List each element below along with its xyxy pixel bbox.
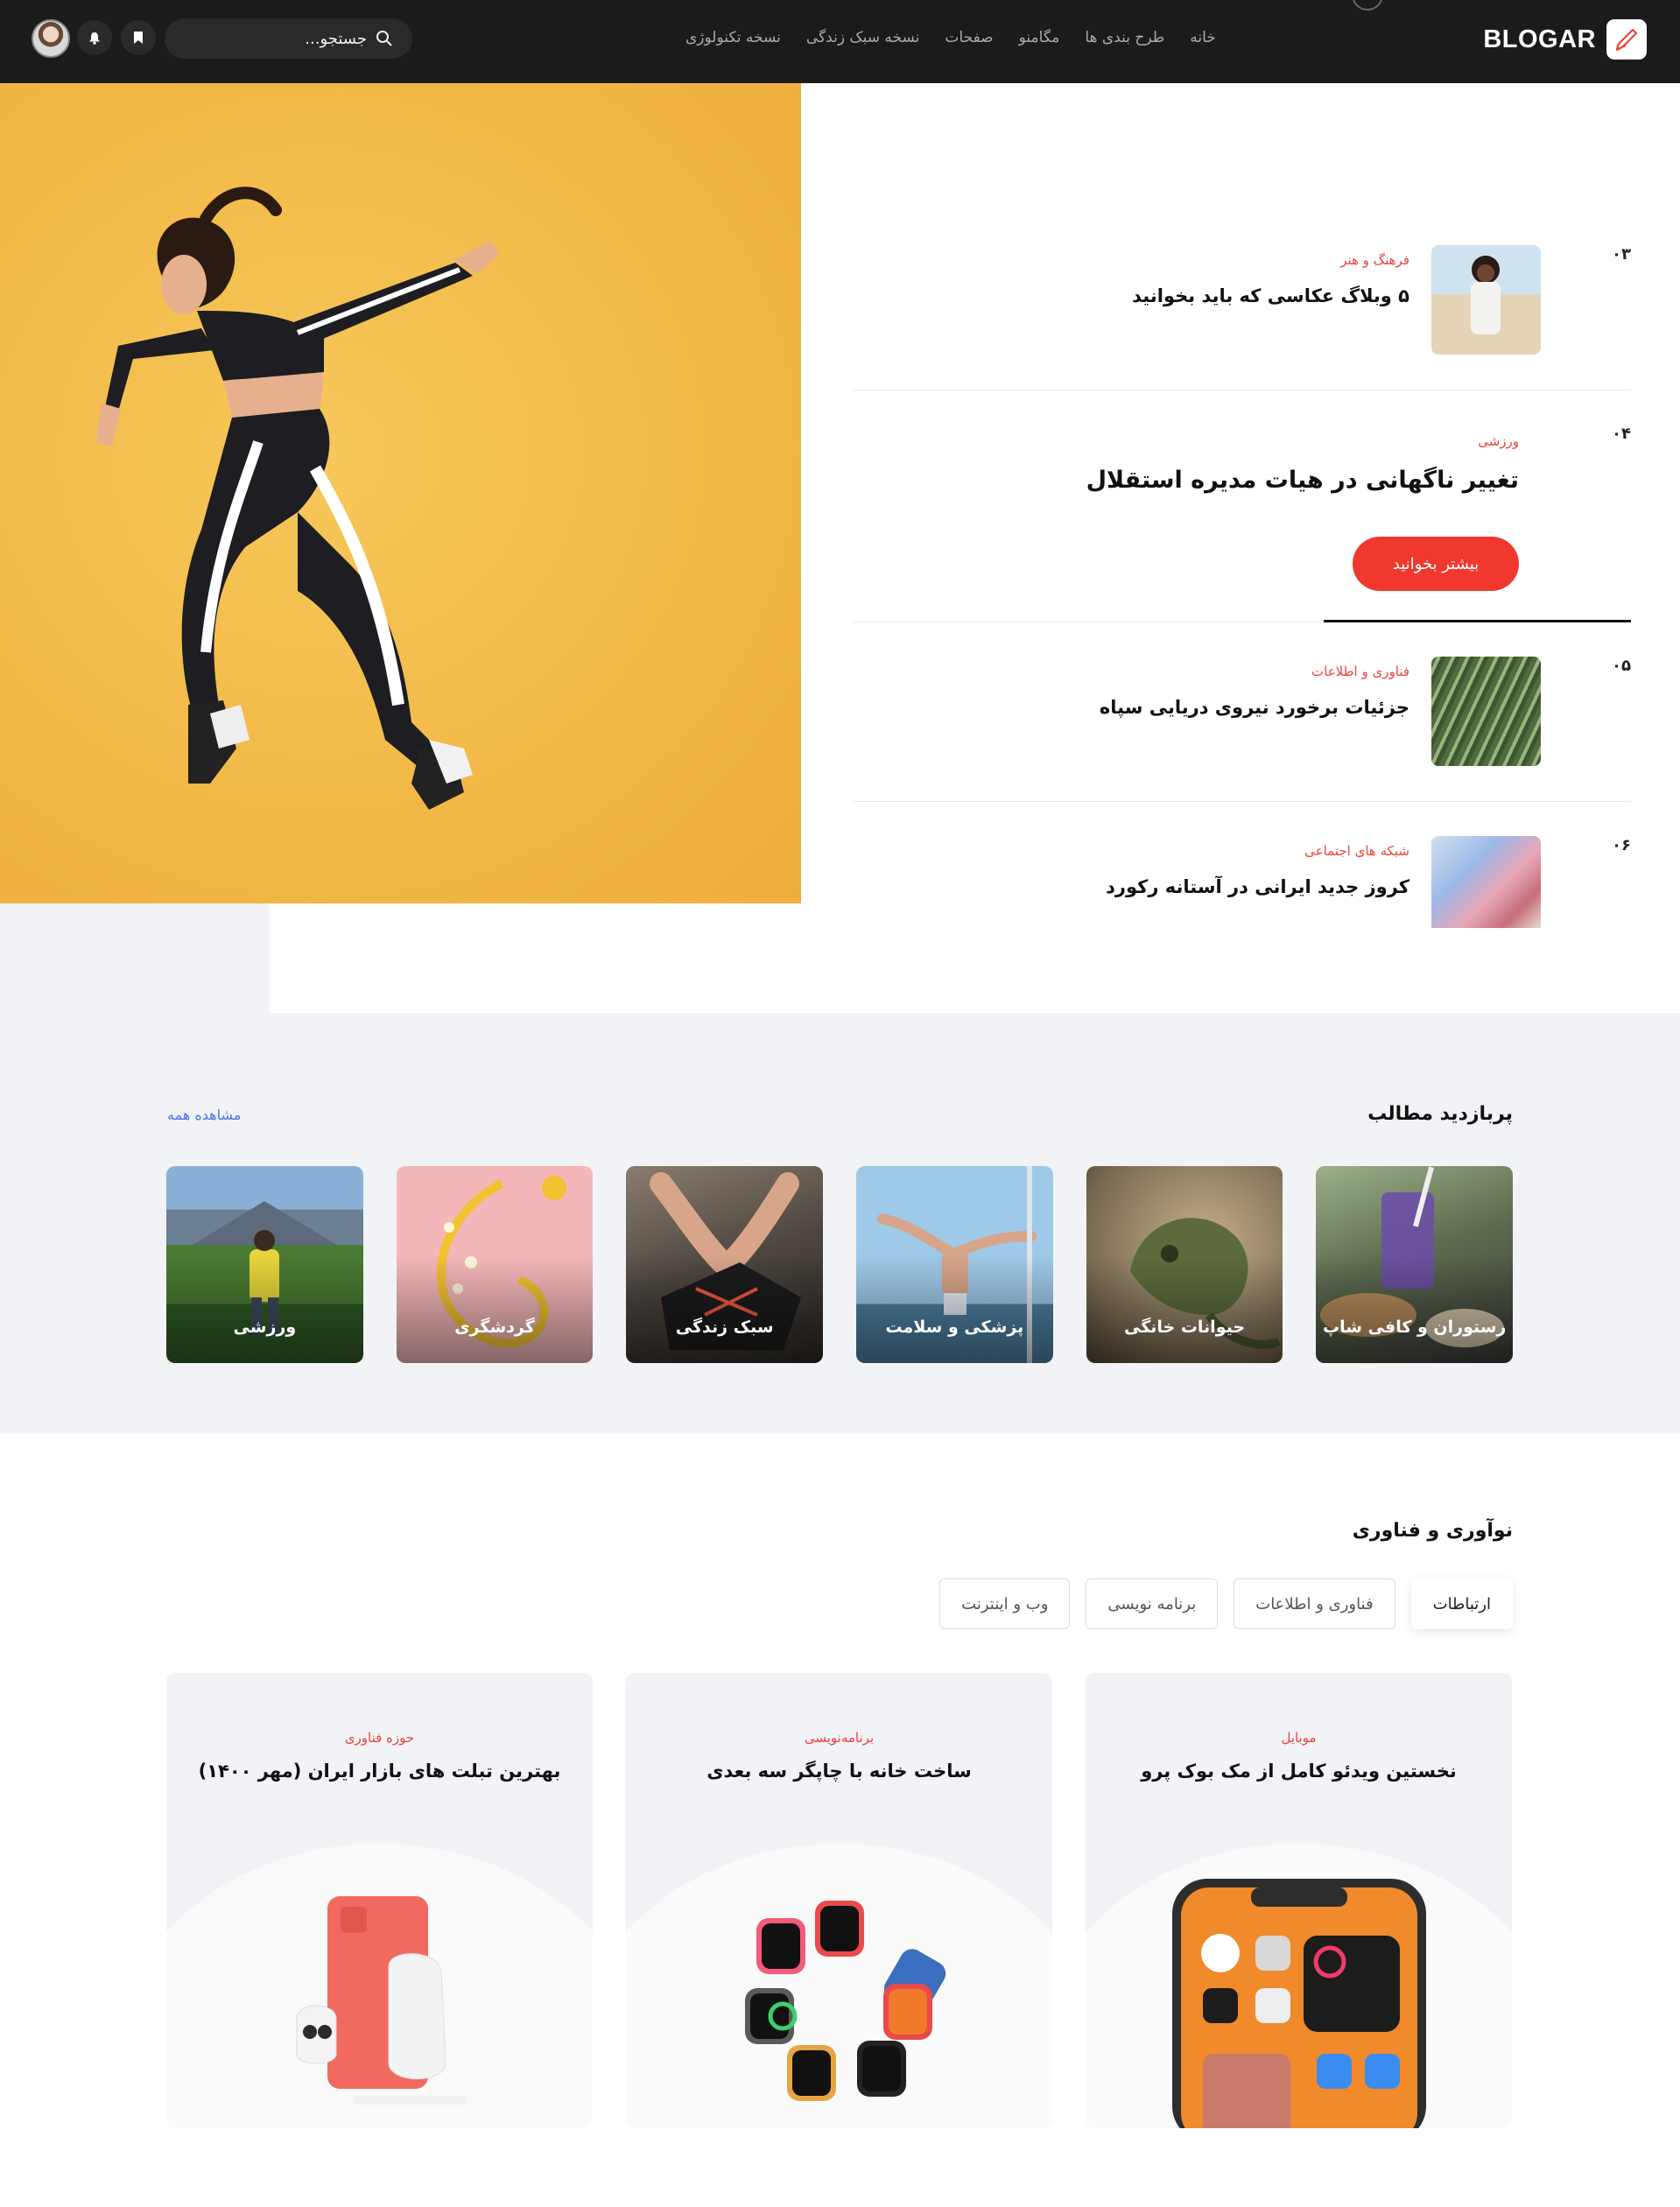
search-icon <box>376 31 392 46</box>
bell-icon <box>89 32 100 45</box>
category-card-health[interactable]: پزشکی و سلامت <box>856 1166 1053 1363</box>
search-placeholder: جستجو... <box>305 29 367 48</box>
section-title: پربازدید مطالب <box>1367 1103 1513 1125</box>
category-grid: ورزشی گردشگری سبک زندگی پزشکی و سلامت حی… <box>166 1166 1514 1363</box>
category-card-restaurant[interactable]: رستوران و کافی شاپ <box>1316 1166 1514 1363</box>
brand[interactable]: BLOGAR <box>1483 19 1647 60</box>
list-item[interactable]: ۰۵ فناوری و اطلاعات جزئیات برخورد نیروی … <box>854 657 1631 766</box>
list-item-featured[interactable]: ۰۴ ورزشی تغییر ناگهانی در هیات مدیره است… <box>854 425 1631 591</box>
item-title[interactable]: تغییر ناگهانی در هیات مدیره استقلال <box>1086 467 1519 494</box>
tab-programming[interactable]: برنامه نویسی <box>1086 1578 1219 1629</box>
item-category[interactable]: فناوری و اطلاعات <box>1311 664 1409 679</box>
bookmark-button[interactable] <box>121 20 156 55</box>
item-title[interactable]: کروز جدید ایرانی در آستانه رکورد <box>1106 876 1409 897</box>
search-input[interactable]: جستجو... <box>165 18 412 59</box>
card-label: پزشکی و سلامت <box>885 1318 1024 1337</box>
active-indicator <box>1324 620 1631 622</box>
item-category[interactable]: ورزشی <box>1478 433 1519 449</box>
iphone-illustration <box>1171 1879 1426 2128</box>
section-title: نوآوری و فناوری <box>1352 1520 1513 1542</box>
card-label: گردشگری <box>454 1318 535 1337</box>
item-category[interactable]: شبکه های اجتماعی <box>1304 843 1409 859</box>
notifications-button[interactable] <box>77 20 112 55</box>
tab-communications[interactable]: ارتباطات <box>1410 1578 1513 1629</box>
category-card-lifestyle[interactable]: سبک زندگی <box>626 1166 824 1363</box>
post-category[interactable]: حوزه فناوری <box>166 1730 593 1746</box>
post-title[interactable]: بهترین تبلت های بازار ایران (مهر ۱۴۰۰) <box>166 1761 593 1782</box>
pixel-phone-illustration <box>296 1896 467 2105</box>
brand-name: BLOGAR <box>1483 25 1596 53</box>
tech-tabs: ارتباطات فناوری و اطلاعات برنامه نویسی و… <box>939 1578 1513 1629</box>
menu-item-technology[interactable]: نسخه تکنولوژی <box>685 29 781 46</box>
post-category[interactable]: موبایل <box>1086 1730 1512 1746</box>
tab-web[interactable]: وب و اینترنت <box>939 1578 1071 1629</box>
menu-item-lifestyle[interactable]: نسخه سبک زندگی <box>806 29 920 46</box>
divider <box>854 801 1631 802</box>
menu-item-megamenu[interactable]: مگامنو <box>1019 29 1060 46</box>
menu-item-pages[interactable]: صفحات <box>945 29 993 46</box>
category-card-sports[interactable]: ورزشی <box>166 1166 363 1363</box>
card-label: سبک زندگی <box>675 1318 774 1337</box>
hero-decor-strip <box>0 903 269 1013</box>
category-card-pets[interactable]: حیوانات خانگی <box>1086 1166 1283 1363</box>
card-label: رستوران و کافی شاپ <box>1323 1318 1507 1337</box>
menu-item-layouts[interactable]: طرح بندی ها <box>1085 29 1164 46</box>
list-item[interactable]: ۰۶ شبکه های اجتماعی کروز جدید ایرانی در … <box>854 836 1631 928</box>
post-category[interactable]: برنامه‌نویسی <box>626 1730 1052 1746</box>
item-number: ۰۶ <box>1612 836 1631 854</box>
post-card[interactable]: برنامه‌نویسی ساخت خانه با چاپگر سه بعدی <box>626 1673 1052 2128</box>
runner-illustration <box>96 186 499 810</box>
item-number: ۰۳ <box>1612 245 1631 264</box>
item-title[interactable]: ۵ وبلاگ عکاسی که باید بخوانید <box>1132 285 1409 306</box>
hero-image[interactable] <box>0 83 801 903</box>
item-thumbnail <box>1431 245 1541 355</box>
category-card-travel[interactable]: گردشگری <box>396 1166 594 1363</box>
main-menu: خانه طرح بندی ها مگامنو صفحات نسخه سبک ز… <box>685 25 1216 51</box>
post-card[interactable]: موبایل نخستین ویدئو کامل از مک بوک پرو <box>1086 1673 1512 2128</box>
post-title[interactable]: ساخت خانه با چاپگر سه بعدی <box>626 1761 1052 1782</box>
item-number: ۰۵ <box>1612 657 1631 675</box>
card-label: ورزشی <box>233 1318 297 1337</box>
bookmark-icon <box>134 32 143 44</box>
post-card[interactable]: حوزه فناوری بهترین تبلت های بازار ایران … <box>166 1673 593 2128</box>
item-title[interactable]: جزئیات برخورد نیروی دریایی سپاه <box>1100 697 1409 718</box>
view-all-link[interactable]: مشاهده همه <box>167 1107 241 1123</box>
watches-illustration <box>744 1901 945 2101</box>
item-thumbnail <box>1431 657 1541 766</box>
loading-ring-icon <box>1352 0 1383 11</box>
read-more-button[interactable]: بیشتر بخوانید <box>1353 537 1519 591</box>
card-label: حیوانات خانگی <box>1123 1318 1246 1337</box>
top-navbar: BLOGAR خانه طرح بندی ها مگامنو صفحات نسخ… <box>0 0 1680 83</box>
tech-post-grid: حوزه فناوری بهترین تبلت های بازار ایران … <box>166 1673 1513 2128</box>
menu-item-home[interactable]: خانه <box>1190 29 1216 46</box>
list-item[interactable]: ۰۳ فرهنگ و هنر ۵ وبلاگ عکاسی که باید بخو… <box>854 245 1631 355</box>
item-thumbnail <box>1431 836 1541 928</box>
post-title[interactable]: نخستین ویدئو کامل از مک بوک پرو <box>1086 1761 1512 1782</box>
item-category[interactable]: فرهنگ و هنر <box>1340 252 1409 268</box>
user-avatar[interactable] <box>32 19 70 58</box>
tab-it[interactable]: فناوری و اطلاعات <box>1234 1578 1395 1629</box>
item-number: ۰۴ <box>1612 425 1631 443</box>
brand-logo-icon <box>1606 19 1647 60</box>
